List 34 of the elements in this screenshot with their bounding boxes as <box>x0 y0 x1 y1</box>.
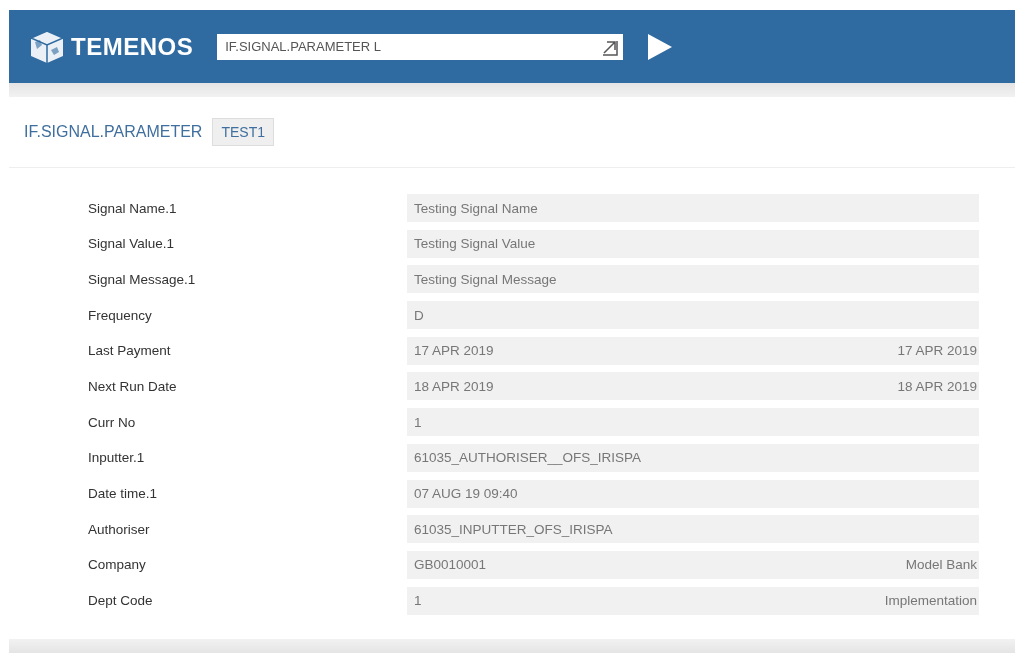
enrichment-text: Implementation <box>884 593 977 609</box>
value-text: 18 APR 2019 <box>414 378 494 394</box>
field-label: Date time.1 <box>87 486 159 501</box>
value-text: 07 AUG 19 09:40 <box>414 486 518 501</box>
enrichment-text: 18 APR 2019 <box>897 378 977 394</box>
value-text: D <box>414 307 424 323</box>
value-text: 61035_AUTHORISER__OFS_IRISPA <box>414 450 642 466</box>
field-label: Next Run Date <box>87 378 178 394</box>
value-text: 1 <box>414 593 422 609</box>
field-label: Signal Name.1 <box>87 200 178 216</box>
field-label: Curr No <box>87 414 137 430</box>
brand-name: TEMENOS <box>71 32 194 61</box>
run-button[interactable] <box>647 32 674 61</box>
field-label: Authoriser <box>87 521 151 537</box>
value-text: GB0010001 <box>414 557 487 573</box>
cube-logo-icon <box>29 29 65 64</box>
value-text: Testing Signal Value <box>414 236 536 252</box>
record-id: TEST1 <box>212 118 274 146</box>
value-text: 61035_INPUTTER_OFS_IRISPA <box>414 521 613 537</box>
field-label: Frequency <box>87 307 153 323</box>
value-text: 17 APR 2019 <box>414 343 494 359</box>
enrichment-text: 17 APR 2019 <box>897 343 977 359</box>
command-field[interactable]: IF.SIGNAL.PARAMETER L <box>217 33 624 60</box>
value-text: Testing Signal Message <box>414 271 557 287</box>
value-text: Testing Signal Name <box>414 200 538 216</box>
enrichment-text: Model Bank <box>905 557 977 573</box>
field-label: Dept Code <box>87 593 154 609</box>
field-label: Last Payment <box>87 343 172 359</box>
field-label: Signal Message.1 <box>87 271 197 287</box>
field-label: Signal Value.1 <box>87 236 176 252</box>
value-text: 1 <box>414 414 422 430</box>
field-label: Company <box>87 557 147 573</box>
application-name: IF.SIGNAL.PARAMETER <box>24 123 203 141</box>
field-label: Inputter.1 <box>87 450 146 466</box>
